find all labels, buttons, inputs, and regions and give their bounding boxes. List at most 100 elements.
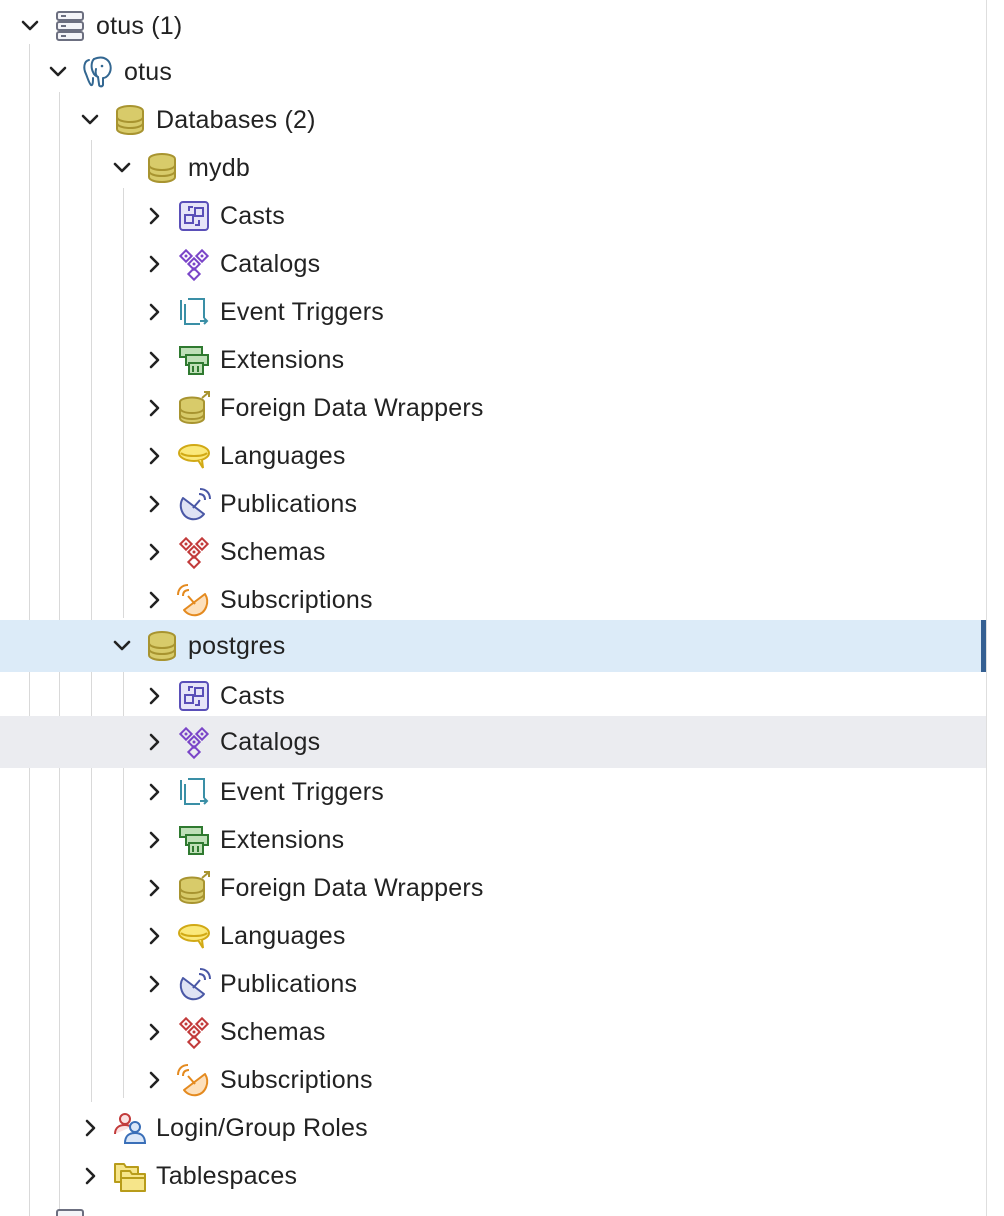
tree-node-event-triggers[interactable]: Event Triggers [0, 286, 986, 338]
chevron-right-icon[interactable] [78, 1164, 102, 1188]
tree-node-label[interactable]: Catalogs [220, 728, 320, 756]
tree-node-extensions[interactable]: Extensions [0, 334, 986, 386]
login-role-icon [114, 1113, 147, 1144]
tree-node-foreign-data-wrappers[interactable]: Foreign Data Wrappers [0, 382, 986, 434]
tree-node-label[interactable]: Publications [220, 970, 357, 998]
tree-node-server[interactable]: otus [0, 46, 986, 98]
tree-node-server-group[interactable] [0, 1198, 986, 1216]
tree-node-databases[interactable]: Databases (2) [0, 94, 986, 146]
chevron-down-icon[interactable] [110, 634, 134, 658]
subscription-icon [177, 584, 209, 617]
tree-node-schemas[interactable]: Schemas [0, 526, 986, 578]
chevron-right-icon[interactable] [142, 396, 166, 420]
tree-node-languages[interactable]: Languages [0, 430, 986, 482]
publication-icon [179, 968, 211, 1001]
chevron-right-icon[interactable] [142, 1068, 166, 1092]
event-trigger-icon [180, 298, 209, 325]
tree-node-event-triggers[interactable]: Event Triggers [0, 766, 986, 818]
tree-node-label[interactable]: Subscriptions [220, 1066, 373, 1094]
catalog-icon [178, 248, 210, 282]
tree-node-catalogs[interactable]: Catalogs [0, 238, 986, 290]
chevron-right-icon[interactable] [142, 684, 166, 708]
chevron-right-icon[interactable] [142, 348, 166, 372]
chevron-right-icon[interactable] [142, 924, 166, 948]
chevron-right-icon[interactable] [142, 444, 166, 468]
tree-node-label[interactable]: Languages [220, 922, 346, 950]
tree-node-label[interactable]: Languages [220, 442, 346, 470]
chevron-right-icon[interactable] [142, 1020, 166, 1044]
tree-node-label[interactable]: Publications [220, 490, 357, 518]
tree-node-foreign-data-wrappers[interactable]: Foreign Data Wrappers [0, 862, 986, 914]
chevron-right-icon[interactable] [78, 1116, 102, 1140]
chevron-right-icon[interactable] [142, 492, 166, 516]
chevron-down-icon[interactable] [46, 60, 70, 84]
subscription-icon [177, 1064, 209, 1097]
chevron-right-icon[interactable] [142, 972, 166, 996]
tree-node-server-group[interactable]: otus (1) [0, 0, 986, 52]
chevron-down-icon[interactable] [18, 14, 42, 38]
tree-node-label[interactable]: Subscriptions [220, 586, 373, 614]
chevron-right-icon[interactable] [142, 300, 166, 324]
chevron-down-icon[interactable] [78, 108, 102, 132]
tree-node-label[interactable]: Catalogs [220, 250, 320, 278]
tree-node-label[interactable]: Extensions [220, 346, 344, 374]
tree-node-label[interactable]: Event Triggers [220, 778, 384, 806]
tree-node-casts[interactable]: Casts [0, 670, 986, 722]
tree-node-schemas[interactable]: Schemas [0, 1006, 986, 1058]
tree-node-login-group-roles[interactable]: Login/Group Roles [0, 1102, 986, 1154]
object-explorer-tree: otus (1) otus Databases (2) mydb Casts C… [0, 0, 986, 1216]
tree-node-publications[interactable]: Publications [0, 958, 986, 1010]
tree-node-label[interactable]: Foreign Data Wrappers [220, 874, 484, 902]
tree-node-catalogs[interactable]: Catalogs [0, 716, 986, 768]
chevron-down-icon[interactable] [110, 156, 134, 180]
tree-node-label[interactable]: Event Triggers [220, 298, 384, 326]
chevron-right-icon[interactable] [142, 730, 166, 754]
chevron-right-icon[interactable] [142, 540, 166, 564]
tree-node-casts[interactable]: Casts [0, 190, 986, 242]
tree-node-label[interactable]: Databases (2) [156, 106, 316, 134]
cast-icon [179, 681, 209, 711]
tree-node-label[interactable]: mydb [188, 154, 250, 182]
panel-border [986, 0, 987, 1216]
tree-node-label[interactable]: Foreign Data Wrappers [220, 394, 484, 422]
language-icon [178, 444, 210, 469]
tree-node-database-postgres[interactable]: postgres [0, 620, 986, 672]
event-trigger-icon [180, 778, 209, 805]
tree-node-label[interactable]: Tablespaces [156, 1162, 297, 1190]
chevron-right-icon[interactable] [142, 828, 166, 852]
server-group-icon [56, 11, 84, 41]
database-icon [148, 631, 176, 662]
server-group-icon [56, 1209, 84, 1216]
chevron-right-icon[interactable] [142, 252, 166, 276]
tree-node-languages[interactable]: Languages [0, 910, 986, 962]
tree-node-label[interactable]: otus [124, 58, 172, 86]
tree-node-label[interactable]: Schemas [220, 1018, 326, 1046]
catalog-icon [178, 726, 210, 760]
publication-icon [179, 488, 211, 521]
chevron-right-icon[interactable] [142, 876, 166, 900]
cast-icon [179, 201, 209, 231]
schema-icon [178, 1016, 210, 1050]
postgres-elephant-icon [83, 56, 112, 88]
tree-node-label[interactable]: otus (1) [96, 12, 182, 40]
schema-icon [178, 536, 210, 570]
tree-node-label[interactable]: Casts [220, 682, 285, 710]
tree-node-database-mydb[interactable]: mydb [0, 142, 986, 194]
tree-node-label[interactable]: Schemas [220, 538, 326, 566]
tree-node-tablespaces[interactable]: Tablespaces [0, 1150, 986, 1202]
tree-node-extensions[interactable]: Extensions [0, 814, 986, 866]
tree-node-publications[interactable]: Publications [0, 478, 986, 530]
chevron-right-icon[interactable] [142, 780, 166, 804]
tree-node-label[interactable]: Login/Group Roles [156, 1114, 368, 1142]
tree-node-subscriptions[interactable]: Subscriptions [0, 1054, 986, 1106]
chevron-right-icon[interactable] [142, 588, 166, 612]
extension-icon [179, 346, 209, 375]
tree-node-label[interactable]: postgres [188, 632, 286, 660]
tree-node-label[interactable]: Casts [220, 202, 285, 230]
foreign-data-wrapper-icon [179, 391, 210, 425]
database-icon [148, 153, 176, 184]
chevron-right-icon[interactable] [142, 204, 166, 228]
extension-icon [179, 826, 209, 855]
tree-node-label[interactable]: Extensions [220, 826, 344, 854]
tree-node-subscriptions[interactable]: Subscriptions [0, 574, 986, 626]
